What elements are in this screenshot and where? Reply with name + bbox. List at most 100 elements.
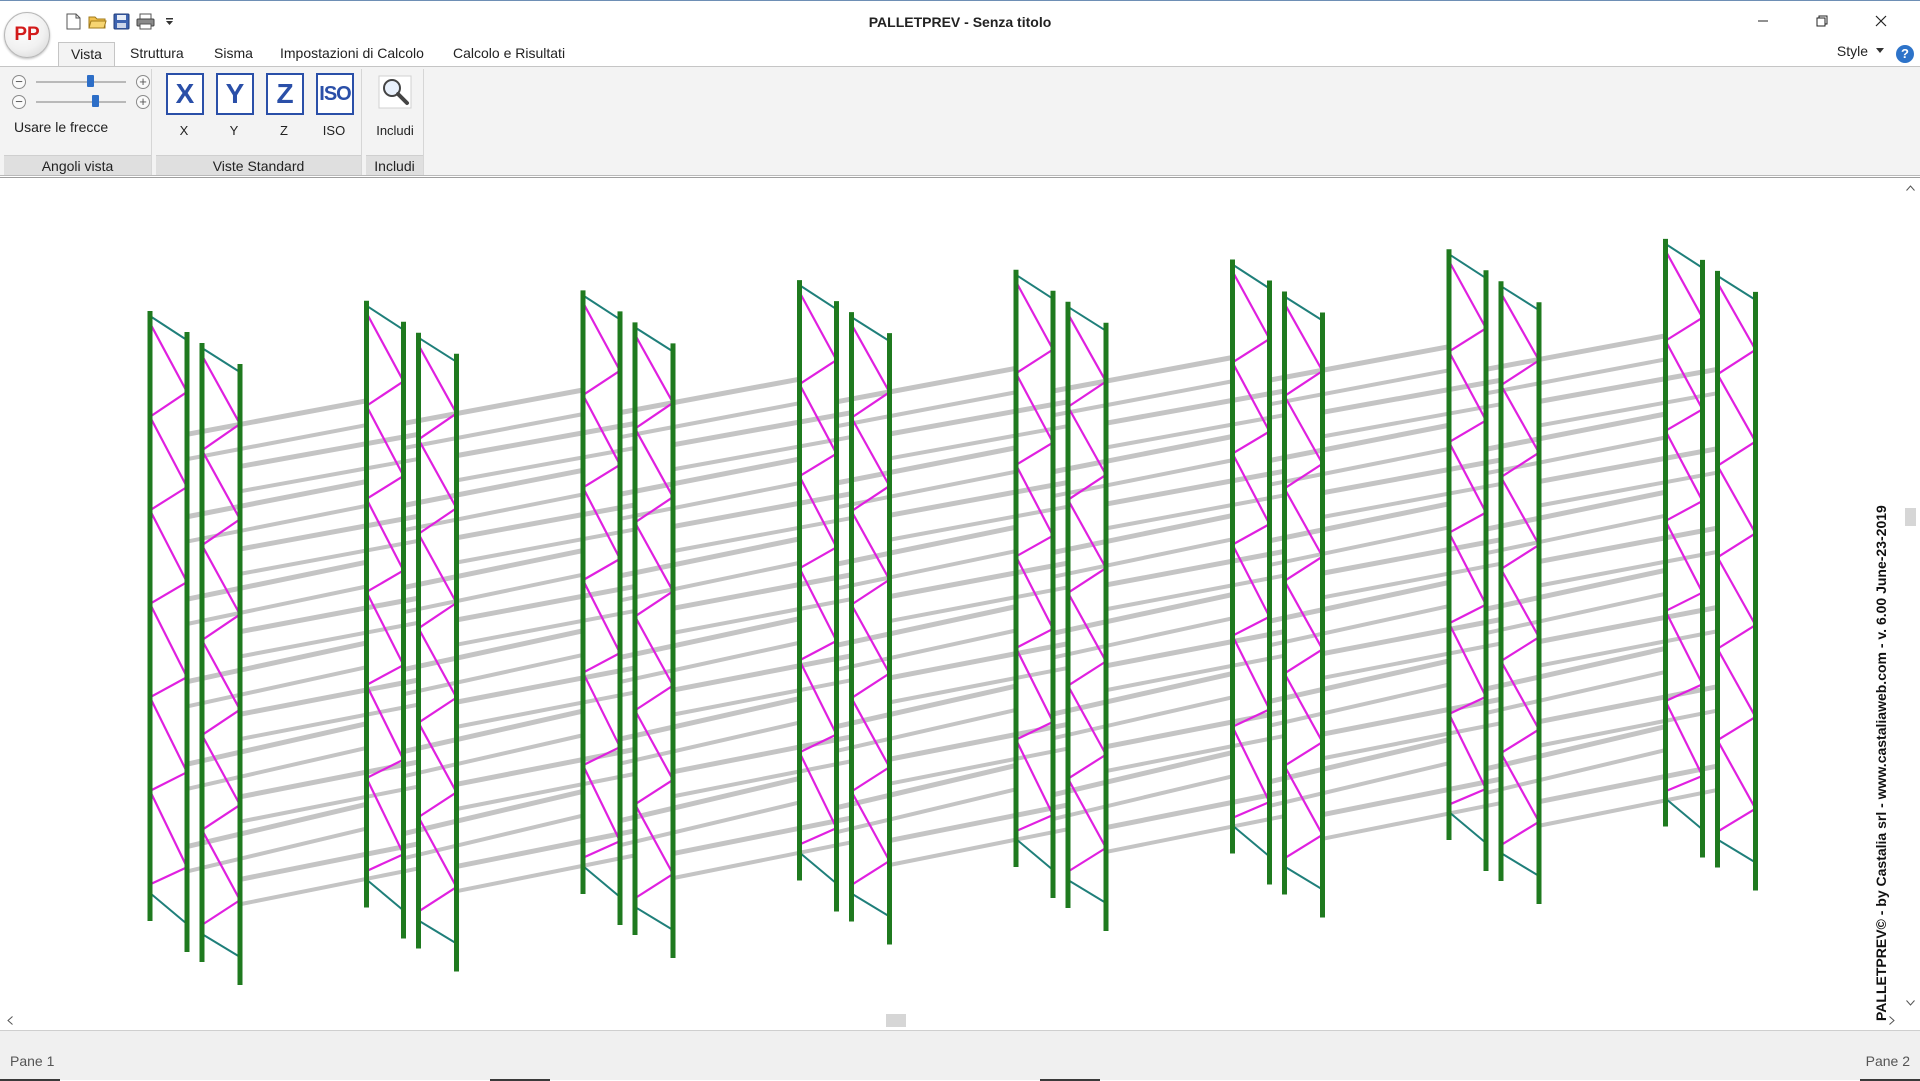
view-iso-button[interactable]: ISO ISO <box>310 73 358 145</box>
frame-brace <box>798 452 838 478</box>
pallet-beam <box>1485 591 1666 636</box>
frame-brace <box>149 771 188 792</box>
frame-brace <box>365 684 405 761</box>
frame-brace <box>1664 430 1704 502</box>
rack-structure-drawing[interactable] <box>0 178 1901 1012</box>
frame-top-tie <box>201 347 241 373</box>
frame-bottom-tie <box>1067 879 1107 904</box>
style-menu[interactable]: Style <box>1837 43 1884 59</box>
frame-bottom-tie <box>201 933 241 958</box>
frame-brace <box>149 322 188 393</box>
frame-brace <box>1716 739 1757 810</box>
slider-thumb[interactable] <box>92 95 100 107</box>
pallet-beam <box>186 745 367 791</box>
zoom-in-icon[interactable]: + <box>136 95 150 109</box>
frame-brace <box>365 312 405 382</box>
frame-brace <box>201 803 241 831</box>
tab-sisma[interactable]: Sisma <box>202 42 265 66</box>
restore-button[interactable] <box>1793 1 1851 41</box>
frame-top-tie <box>1664 243 1704 269</box>
frame-brace <box>798 475 838 548</box>
scroll-up-icon[interactable] <box>1901 178 1920 197</box>
pallet-beam <box>835 763 1017 811</box>
frame-brace <box>582 487 621 560</box>
new-document-icon[interactable] <box>64 12 83 31</box>
frame-top-tie <box>365 304 405 331</box>
pallet-beam <box>619 640 800 684</box>
window-title: PALLETPREV - Senza titolo <box>868 14 1052 30</box>
frame-bottom-tie <box>1015 838 1054 871</box>
pallet-beam <box>619 720 800 766</box>
frame-brace <box>799 827 837 846</box>
tab-calcolo[interactable]: Calcolo e Risultati <box>441 42 577 66</box>
horizontal-scroll-thumb[interactable] <box>886 1014 906 1027</box>
view-angle-slider-1[interactable]: − + <box>12 73 152 91</box>
3d-view-canvas[interactable]: PALLETPREV© - by Castalia srl - www.cast… <box>0 177 1920 1031</box>
frame-brace <box>417 886 458 913</box>
frame-brace <box>850 697 891 768</box>
frame-brace <box>1664 250 1704 319</box>
zoom-in-icon[interactable]: + <box>136 75 150 89</box>
view-angle-slider-2[interactable]: − + <box>12 93 152 111</box>
frame-brace <box>149 391 188 418</box>
frame-bottom-tie <box>1664 797 1704 831</box>
frame-brace <box>1231 615 1271 637</box>
minimize-button[interactable] <box>1734 1 1792 41</box>
scroll-down-icon[interactable] <box>1901 993 1920 1012</box>
title-bar: PALLETPREV - Senza titolo <box>0 0 1920 42</box>
frame-brace <box>1500 660 1540 731</box>
frame-brace <box>1283 487 1324 558</box>
frame-brace <box>149 866 188 886</box>
frame-top-tie <box>1283 295 1324 322</box>
view-y-button[interactable]: Y Y <box>210 73 258 145</box>
frame-brace <box>1231 270 1271 340</box>
help-icon[interactable]: ? <box>1896 45 1914 63</box>
frame-brace <box>1283 303 1324 372</box>
tab-impostazioni[interactable]: Impostazioni di Calcolo <box>268 42 436 66</box>
frame-bottom-tie <box>634 906 674 931</box>
pallet-beam <box>836 787 1017 835</box>
save-disk-icon[interactable] <box>112 12 131 31</box>
frame-brace <box>417 533 458 604</box>
vertical-scrollbar[interactable] <box>1901 178 1920 1031</box>
frame-brace <box>850 672 891 699</box>
frame-bottom-tie <box>149 892 188 925</box>
status-pane-1: Pane 1 <box>10 1053 55 1069</box>
frame-top-tie <box>850 316 891 343</box>
view-z-button[interactable]: Z Z <box>260 73 308 145</box>
frame-brace <box>149 603 188 678</box>
axis-y-icon: Y <box>216 73 254 115</box>
close-button[interactable] <box>1852 1 1910 41</box>
includi-button[interactable]: Includi <box>370 73 420 145</box>
pallet-beam <box>1485 670 1666 715</box>
zoom-out-icon[interactable]: − <box>12 75 26 89</box>
frame-bottom-tie <box>1283 865 1324 891</box>
frame-brace <box>1665 591 1703 613</box>
group-viste-standard: X X Y Y Z Z ISO ISO Viste Standard <box>156 69 362 175</box>
frame-brace <box>201 899 241 926</box>
view-x-button[interactable]: X X <box>160 73 208 145</box>
app-logo-button[interactable]: PP <box>4 12 50 58</box>
print-icon[interactable] <box>136 12 155 31</box>
frame-brace <box>1500 292 1540 361</box>
frame-brace <box>1500 728 1540 754</box>
tab-vista[interactable]: Vista <box>58 42 115 66</box>
frame-brace <box>1015 348 1054 375</box>
dropdown-arrow-icon[interactable] <box>160 12 179 31</box>
open-folder-icon[interactable] <box>88 12 107 31</box>
slider-thumb[interactable] <box>87 75 94 87</box>
zoom-out-icon[interactable]: − <box>12 95 26 109</box>
frame-brace <box>1716 556 1757 626</box>
group-label: Includi <box>366 155 423 175</box>
frame-brace <box>798 291 838 361</box>
frame-brace <box>366 853 404 873</box>
frame-brace <box>1664 499 1704 522</box>
tab-struttura[interactable]: Struttura <box>118 42 196 66</box>
scroll-left-icon[interactable] <box>0 1011 19 1030</box>
horizontal-scrollbar[interactable] <box>0 1011 1901 1030</box>
frame-brace <box>417 344 458 414</box>
vertical-scroll-thumb[interactable] <box>1905 508 1916 526</box>
frame-top-tie <box>1500 285 1540 312</box>
frame-bottom-tie <box>417 919 458 945</box>
frame-top-tie <box>582 294 621 321</box>
